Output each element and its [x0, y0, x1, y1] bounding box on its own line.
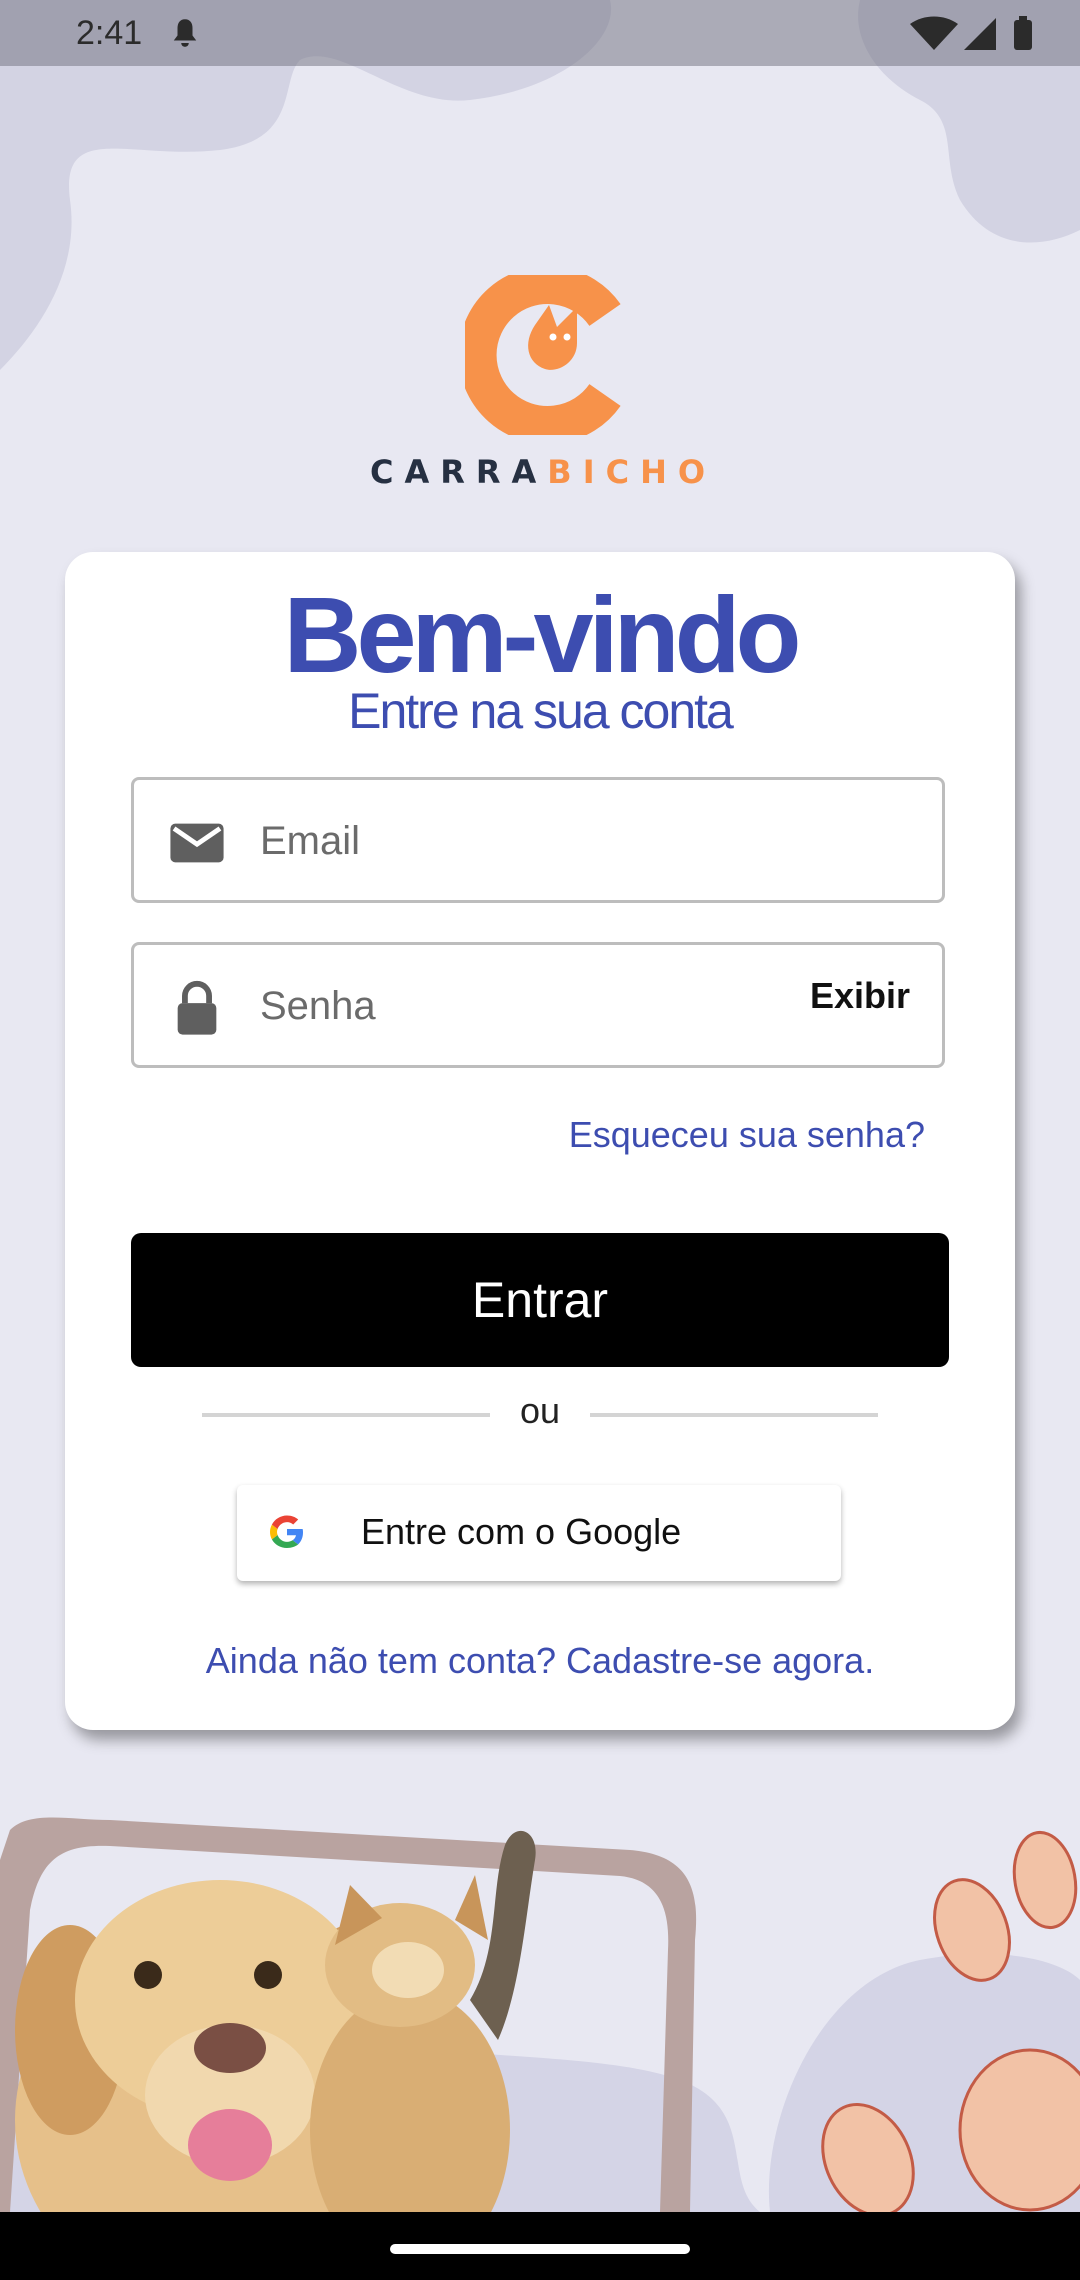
show-password-button[interactable]: Exibir — [810, 975, 910, 1017]
login-card: Bem-vindo Entre na sua conta Exibir Esqu… — [65, 552, 1015, 1730]
signal-icon — [964, 18, 996, 50]
brand-logo: CARRABICHO — [370, 275, 710, 495]
divider-line-left — [202, 1413, 490, 1417]
page-subtitle: Entre na sua conta — [348, 683, 734, 739]
forgot-password-link[interactable]: Esqueceu sua senha? — [569, 1114, 925, 1156]
google-login-label: Entre com o Google — [361, 1511, 682, 1552]
password-field[interactable]: Exibir — [131, 942, 945, 1068]
google-icon — [270, 1515, 303, 1548]
navigation-bar — [0, 2212, 1080, 2280]
password-input[interactable] — [258, 965, 742, 1047]
cat-logo-icon — [465, 275, 621, 435]
paw-icon — [821, 1830, 1080, 2212]
status-icons — [910, 16, 1032, 50]
divider-text: ou — [519, 1390, 561, 1431]
login-button[interactable]: Entrar — [131, 1233, 949, 1367]
brand-name-part1: CARRA — [370, 453, 548, 491]
email-field[interactable] — [131, 777, 945, 903]
email-input[interactable] — [258, 800, 742, 882]
signup-link[interactable]: Ainda não tem conta? Cadastre-se agora. — [65, 1640, 1015, 1682]
brand-name: CARRABICHO — [370, 453, 710, 491]
status-time: 2:41 — [76, 14, 143, 52]
divider-line-right — [590, 1413, 878, 1417]
wifi-icon — [910, 16, 958, 50]
lock-icon — [177, 980, 217, 1035]
home-gesture-handle[interactable] — [390, 2244, 690, 2254]
brand-name-part2: BICHO — [547, 453, 717, 491]
bell-icon — [173, 19, 197, 47]
pets-illustration — [0, 1817, 1080, 2212]
google-login-button[interactable]: Entre com o Google — [237, 1485, 841, 1581]
status-bar: 2:41 — [0, 0, 1080, 66]
page-title: Bem-vindo — [283, 574, 801, 695]
battery-icon — [1014, 20, 1032, 50]
mail-icon — [170, 823, 224, 863]
